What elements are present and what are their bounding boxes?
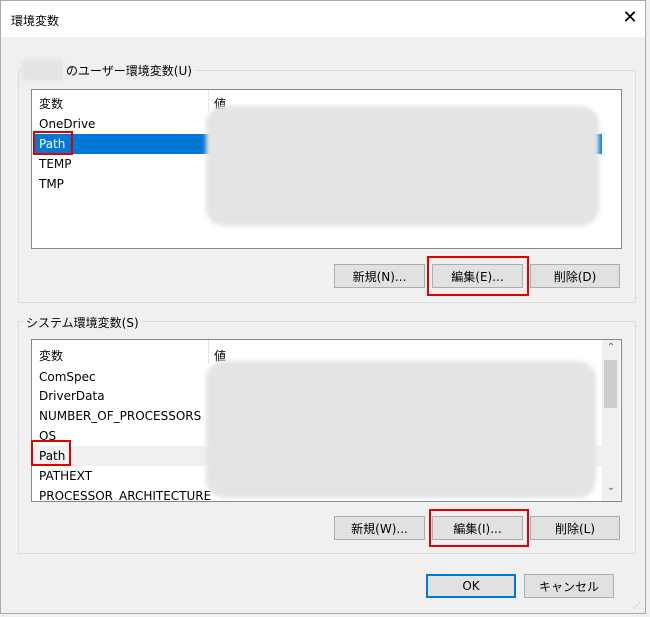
- highlight-box: [33, 131, 73, 155]
- blurred-values: [206, 106, 599, 226]
- column-divider: [208, 340, 209, 364]
- scrollbar[interactable]: ⌃ ⌄: [602, 340, 620, 501]
- scroll-down-icon[interactable]: ⌄: [602, 482, 620, 493]
- ok-button[interactable]: OK: [426, 574, 516, 598]
- title-bar: 環境変数 ✕: [1, 1, 645, 37]
- column-header-variable[interactable]: 変数: [39, 347, 63, 364]
- environment-variables-dialog: 環境変数 ✕ のユーザー環境変数(U) 変数 値 OneDrive Path T…: [0, 0, 646, 614]
- window-title: 環境変数: [11, 14, 60, 28]
- blurred-values: [206, 361, 596, 498]
- column-divider: [208, 90, 209, 112]
- user-delete-button[interactable]: 削除(D): [530, 264, 620, 288]
- resize-grip-icon[interactable]: ⋰: [633, 601, 641, 610]
- highlight-box: [429, 509, 529, 547]
- cancel-button[interactable]: キャンセル: [524, 574, 614, 598]
- column-header-variable[interactable]: 変数: [39, 95, 63, 112]
- scroll-up-icon[interactable]: ⌃: [602, 342, 620, 353]
- scrollbar-thumb[interactable]: [604, 360, 617, 408]
- system-variables-label: システム環境変数(S): [23, 314, 142, 331]
- highlight-box: [427, 256, 529, 296]
- close-icon[interactable]: ✕: [619, 7, 641, 29]
- user-new-button[interactable]: 新規(N)...: [334, 264, 425, 288]
- system-delete-button[interactable]: 削除(L): [530, 516, 620, 540]
- user-variables-label: のユーザー環境変数(U): [63, 62, 195, 79]
- blurred-username: [21, 59, 65, 81]
- highlight-box: [31, 440, 71, 466]
- system-new-button[interactable]: 新規(W)...: [334, 516, 425, 540]
